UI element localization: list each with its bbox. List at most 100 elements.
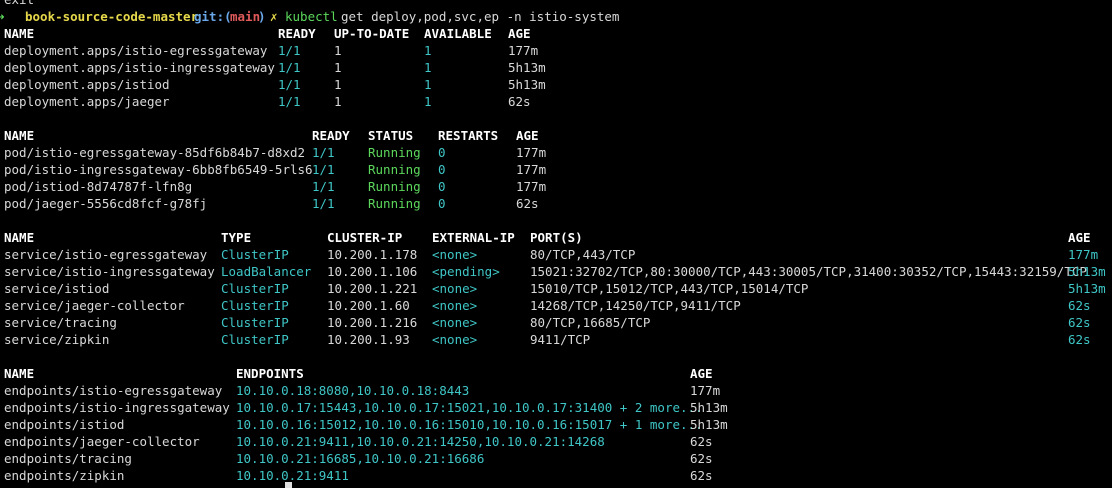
table-cell: 10.200.1.221 bbox=[327, 281, 418, 296]
table-cell: deployment.apps/istio-ingressgateway bbox=[4, 60, 275, 75]
previous-output-line: exit bbox=[0, 0, 1112, 8]
table-cell: 62s bbox=[1068, 298, 1091, 313]
table-cell: Running bbox=[368, 145, 421, 160]
table-cell: 5h13m bbox=[508, 60, 546, 75]
table-row: service/istio-egressgateway ClusterIP 10.2… bbox=[0, 246, 1112, 263]
table-row: endpoints/istio-ingressgateway 10.10.0.17… bbox=[0, 399, 1112, 416]
prompt-directory: book-source-code-master bbox=[25, 9, 199, 24]
table-cell: Running bbox=[368, 196, 421, 211]
table-cell: <none> bbox=[432, 247, 478, 262]
table-cell: 5h13m bbox=[690, 417, 728, 432]
table-cell: service/zipkin bbox=[4, 332, 110, 347]
table-row: endpoints/istio-egressgateway 10.10.0.18:… bbox=[0, 382, 1112, 399]
prompt-dirty-icon: ✗ bbox=[270, 9, 278, 24]
table-cell: Running bbox=[368, 162, 421, 177]
table-row: pod/istiod-8d74787f-lfn8g 1/1 Running 0 177m bbox=[0, 178, 1112, 195]
table-row: deployment.apps/istiod 1/1 1 1 5h13m bbox=[0, 76, 1112, 93]
table-cell: pod/istio-egressgateway-85df6b84b7-d8xd2 bbox=[4, 145, 306, 160]
column-header: NAME bbox=[4, 26, 35, 41]
table-cell: 1 bbox=[424, 43, 432, 58]
table-cell: service/jaeger-collector bbox=[4, 298, 185, 313]
table-cell: deployment.apps/istiod bbox=[4, 77, 170, 92]
table-cell: service/istio-ingressgateway bbox=[4, 264, 215, 279]
table-cell: 1 bbox=[334, 60, 342, 75]
table-cell: 62s bbox=[508, 94, 531, 109]
table-cell: 177m bbox=[516, 162, 547, 177]
column-header: UP-TO-DATE bbox=[334, 26, 410, 41]
table-cell: 10.200.1.93 bbox=[327, 332, 410, 347]
table-cell: endpoints/tracing bbox=[4, 451, 132, 466]
table-row: service/tracing ClusterIP 10.200.1.216 <non… bbox=[0, 314, 1112, 331]
table-cell: 177m bbox=[690, 383, 721, 398]
table-cell: pod/jaeger-5556cd8fcf-g78fj bbox=[4, 196, 208, 211]
table-cell: endpoints/istio-egressgateway bbox=[4, 383, 223, 398]
column-header: READY bbox=[312, 128, 350, 143]
column-header: RESTARTS bbox=[438, 128, 499, 143]
table-cell: 177m bbox=[516, 179, 547, 194]
table-row: endpoints/istiod 10.10.0.16:15012,10.10.0… bbox=[0, 416, 1112, 433]
previous-output-text: exit bbox=[4, 0, 34, 8]
table-cell: 62s bbox=[690, 434, 713, 449]
table-cell: <none> bbox=[432, 332, 478, 347]
prompt-git-branch: main bbox=[230, 9, 261, 24]
table-cell: ClusterIP bbox=[221, 315, 289, 330]
table-row: endpoints/zipkin 10.10.0.21:9411 62s bbox=[0, 467, 1112, 484]
table-cell: 62s bbox=[1068, 315, 1091, 330]
table-cell: <none> bbox=[432, 298, 478, 313]
column-header: AGE bbox=[508, 26, 531, 41]
table-cell: 177m bbox=[508, 43, 539, 58]
column-header: PORT(S) bbox=[530, 230, 583, 245]
column-header: READY bbox=[278, 26, 316, 41]
column-header: ENDPOINTS bbox=[236, 366, 304, 381]
table-cell: 62s bbox=[1068, 332, 1091, 347]
table-cell: endpoints/jaeger-collector bbox=[4, 434, 200, 449]
table-row: service/zipkin ClusterIP 10.200.1.93 <none>… bbox=[0, 331, 1112, 348]
table-cell: 177m bbox=[516, 145, 547, 160]
table-row: endpoints/tracing 10.10.0.21:16685,10.10.… bbox=[0, 450, 1112, 467]
endpoints-header-row: NAME ENDPOINTS AGE bbox=[0, 365, 1112, 382]
table-cell: 5h13m bbox=[1068, 281, 1106, 296]
table-row: service/istiod ClusterIP 10.200.1.221 <none… bbox=[0, 280, 1112, 297]
table-cell: 10.10.0.21:9411 bbox=[236, 468, 349, 483]
table-cell: <pending> bbox=[432, 264, 500, 279]
column-header: TYPE bbox=[221, 230, 252, 245]
table-cell: 9411/TCP bbox=[530, 332, 591, 347]
table-cell: 1 bbox=[334, 94, 342, 109]
table-cell: 1/1 bbox=[278, 60, 301, 75]
table-cell: 1 bbox=[334, 77, 342, 92]
column-header: AGE bbox=[1068, 230, 1091, 245]
table-cell: 5h13m bbox=[1068, 264, 1106, 279]
table-cell: 1 bbox=[424, 60, 432, 75]
deployments-header-row: NAME READY UP-TO-DATE AVAILABLE AGE bbox=[0, 25, 1112, 42]
column-header: AVAILABLE bbox=[424, 26, 492, 41]
command-args: get deploy,pod,svc,ep -n istio-system bbox=[341, 9, 620, 24]
table-cell: endpoints/istio-ingressgateway bbox=[4, 400, 230, 415]
table-cell: 10.200.1.60 bbox=[327, 298, 410, 313]
table-cell: ClusterIP bbox=[221, 332, 289, 347]
table-cell: 0 bbox=[438, 196, 446, 211]
table-row: service/jaeger-collector ClusterIP 10.200.… bbox=[0, 297, 1112, 314]
table-cell: 10.200.1.216 bbox=[327, 315, 418, 330]
table-cell: 1/1 bbox=[278, 43, 301, 58]
table-cell: 80/TCP,16685/TCP bbox=[530, 315, 651, 330]
table-cell: endpoints/istiod bbox=[4, 417, 125, 432]
column-header: EXTERNAL-IP bbox=[432, 230, 515, 245]
table-cell: service/istio-egressgateway bbox=[4, 247, 208, 262]
table-cell: 1 bbox=[424, 94, 432, 109]
table-cell: 10.10.0.21:9411,10.10.0.21:14250,10.10.0… bbox=[236, 434, 605, 449]
table-cell: 10.10.0.16:15012,10.10.0.16:15010,10.10.… bbox=[236, 417, 703, 432]
prompt-line: ➜ book-source-code-master git:( main ) ✗… bbox=[0, 8, 1112, 25]
table-cell: ClusterIP bbox=[221, 247, 289, 262]
table-cell: 0 bbox=[438, 162, 446, 177]
table-cell: 0 bbox=[438, 145, 446, 160]
column-header: CLUSTER-IP bbox=[327, 230, 403, 245]
table-cell: deployment.apps/istio-egressgateway bbox=[4, 43, 268, 58]
table-cell: ClusterIP bbox=[221, 281, 289, 296]
table-cell: pod/istiod-8d74787f-lfn8g bbox=[4, 179, 193, 194]
table-cell: 1/1 bbox=[312, 196, 335, 211]
table-cell: Running bbox=[368, 179, 421, 194]
table-row: service/istio-ingressgateway LoadBalancer… bbox=[0, 263, 1112, 280]
table-cell: 10.200.1.106 bbox=[327, 264, 418, 279]
table-cell: 0 bbox=[438, 179, 446, 194]
table-cell: 10.10.0.18:8080,10.10.0.18:8443 bbox=[236, 383, 470, 398]
